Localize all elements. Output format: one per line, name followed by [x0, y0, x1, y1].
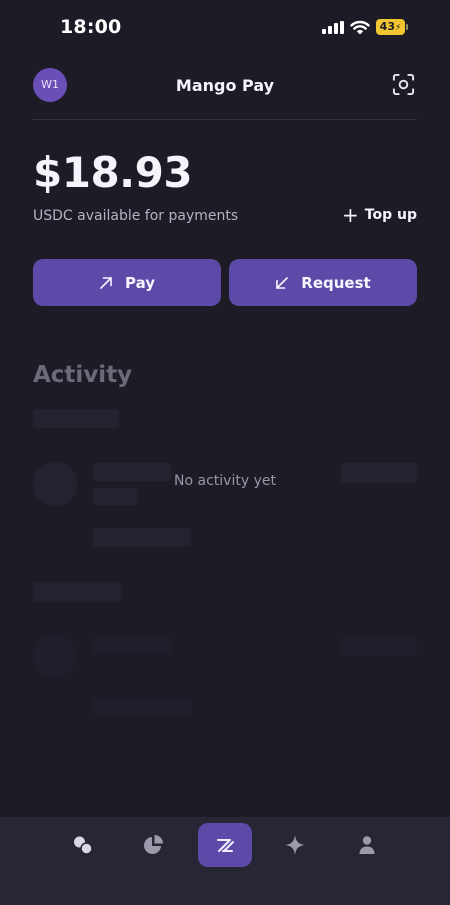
status-bar: 18:00 43⚡	[0, 0, 450, 56]
skeleton-amount	[341, 636, 417, 656]
arrow-up-right-icon	[100, 276, 112, 289]
request-label: Request	[301, 273, 371, 292]
battery-level: 43	[379, 20, 395, 33]
tab-discover[interactable]	[273, 823, 317, 867]
top-up-label: Top up	[364, 207, 417, 223]
plus-icon: +	[342, 203, 359, 227]
battery-tip	[406, 24, 408, 30]
coins-icon	[74, 836, 93, 855]
scan-icon[interactable]	[392, 73, 415, 96]
cellular-signal-icon	[322, 21, 344, 34]
skeleton-date	[33, 582, 121, 602]
balance-amount: $18.93	[33, 148, 193, 197]
arrow-down-left-icon	[276, 276, 289, 289]
sparkle-icon	[285, 835, 305, 855]
skeleton-avatar	[33, 634, 77, 678]
tab-portfolio[interactable]	[131, 823, 175, 867]
balance-caption: USDC available for payments	[33, 208, 239, 224]
skeleton-line	[93, 636, 171, 654]
tab-profile[interactable]	[345, 823, 389, 867]
page-title: Mango Pay	[175, 76, 275, 95]
skeleton-line	[93, 528, 191, 547]
top-up-button[interactable]: + Top up	[342, 203, 417, 227]
pay-button[interactable]: Pay	[33, 259, 221, 306]
skeleton-line	[93, 488, 137, 505]
mango-logo-icon	[217, 839, 234, 852]
skeleton-date	[33, 409, 119, 428]
tab-coins[interactable]	[61, 823, 105, 867]
empty-state-text: No activity yet	[174, 473, 276, 489]
header-divider	[33, 119, 417, 120]
battery-charging-icon: 43⚡	[376, 19, 405, 35]
request-button[interactable]: Request	[229, 259, 417, 306]
wifi-icon	[350, 20, 370, 35]
status-time: 18:00	[60, 16, 122, 38]
profile-icon	[359, 836, 375, 854]
pay-label: Pay	[124, 273, 156, 292]
tab-pay[interactable]	[198, 823, 252, 867]
pie-chart-icon	[144, 835, 163, 854]
skeleton-line	[93, 698, 191, 716]
activity-title: Activity	[33, 362, 133, 388]
